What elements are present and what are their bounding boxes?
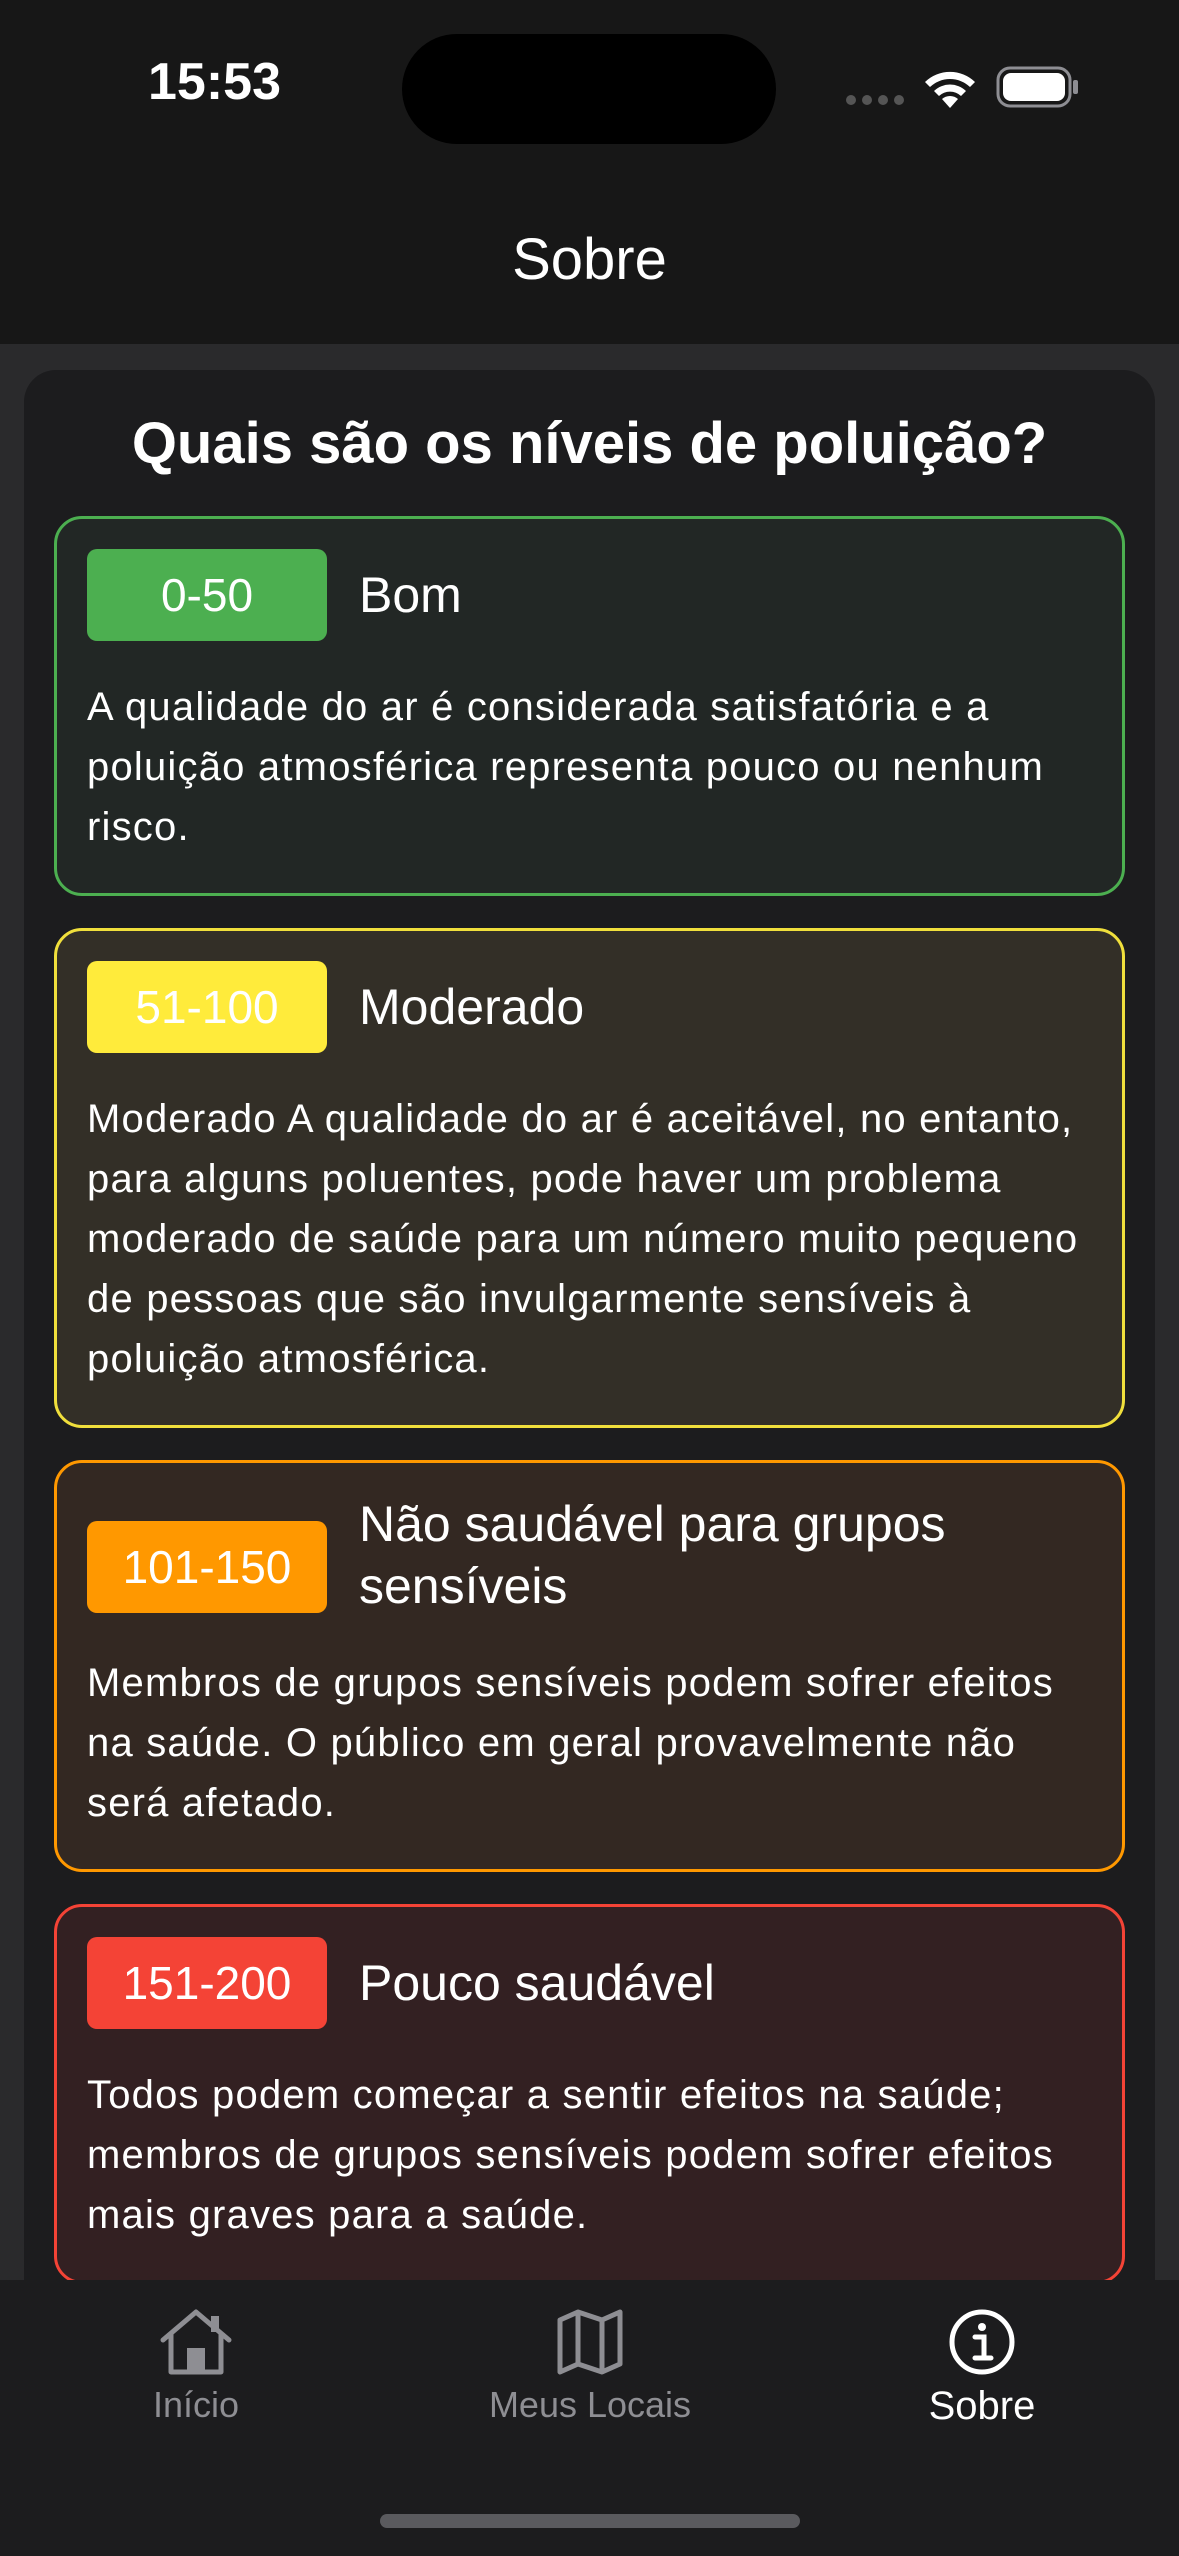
level-header: 151-200 Pouco saudável xyxy=(87,1937,1092,2029)
tab-sobre[interactable]: Sobre xyxy=(832,2306,1132,2429)
level-name: Pouco saudável xyxy=(359,1955,715,2011)
level-name: Não saudável para grupos sensíveis xyxy=(359,1496,946,1614)
dynamic-island xyxy=(402,34,776,144)
level-card-unhealthy: 151-200 Pouco saudável Todos podem começ… xyxy=(54,1904,1125,2284)
tab-label: Meus Locais xyxy=(488,2384,692,2425)
section-heading: Quais são os níveis de poluição? xyxy=(131,411,1048,476)
tab-inicio[interactable]: Início xyxy=(46,2306,346,2426)
level-card-good: 0-50 Bom A qualidade do ar é considerada… xyxy=(54,516,1125,896)
range-badge: 151-200 xyxy=(87,1937,327,2029)
cellular-signal-icon xyxy=(846,95,906,107)
levels-card: Quais são os níveis de poluição? 0-50 Bo… xyxy=(24,370,1155,2370)
page-title: Sobre xyxy=(512,227,667,292)
level-header: 101-150 Não saudável para grupos sensíve… xyxy=(87,1493,1092,1617)
level-name: Bom xyxy=(359,567,462,623)
battery-icon xyxy=(996,66,1078,108)
level-header: 0-50 Bom xyxy=(87,549,1092,641)
status-time: 15:53 xyxy=(148,53,281,111)
level-card-sensitive-groups: 101-150 Não saudável para grupos sensíve… xyxy=(54,1460,1125,1872)
level-card-moderate: 51-100 Moderado Moderado A qualidade do … xyxy=(54,928,1125,1428)
range-badge: 51-100 xyxy=(87,961,327,1053)
home-indicator[interactable] xyxy=(380,2514,800,2528)
map-icon xyxy=(557,2309,623,2375)
screen: 15:53 Sobre Quais são os níveis de polui… xyxy=(0,0,1179,2556)
range-badge: 0-50 xyxy=(87,549,327,641)
wifi-icon xyxy=(925,71,975,108)
level-description: Membros de grupos sensíveis podem sofrer… xyxy=(87,1661,1054,1825)
level-description: A qualidade do ar é considerada satisfat… xyxy=(87,685,1044,849)
info-icon xyxy=(949,2309,1015,2375)
level-name: Moderado xyxy=(359,979,585,1035)
levels-list: 0-50 Bom A qualidade do ar é considerada… xyxy=(54,516,1125,2316)
level-description: Todos podem começar a sentir efeitos na … xyxy=(87,2073,1054,2237)
range-badge: 101-150 xyxy=(87,1521,327,1613)
level-description: Moderado A qualidade do ar é aceitável, … xyxy=(87,1097,1079,1381)
level-header: 51-100 Moderado xyxy=(87,961,1092,1053)
home-icon xyxy=(160,2309,232,2375)
top-bar: 15:53 Sobre xyxy=(0,0,1179,344)
tab-label: Sobre xyxy=(928,2384,1036,2428)
tab-meus-locais[interactable]: Meus Locais xyxy=(440,2306,740,2426)
tab-label: Início xyxy=(152,2384,240,2425)
